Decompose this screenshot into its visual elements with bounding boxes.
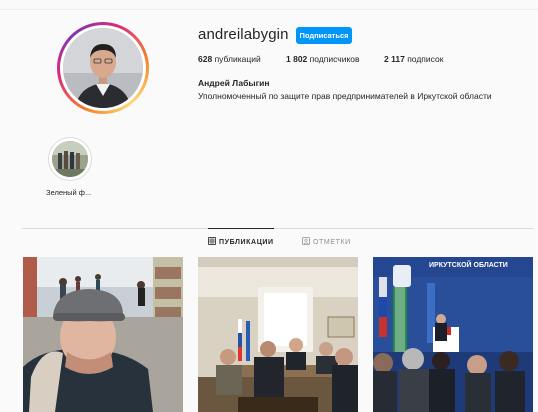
post-image-meeting bbox=[198, 257, 358, 412]
followers-label: подписчиков bbox=[309, 54, 360, 64]
banner-text: ИРКУТСКОЙ ОБЛАСТИ bbox=[429, 260, 508, 269]
following-count: 2 117 bbox=[384, 54, 405, 64]
grid-icon bbox=[208, 237, 216, 247]
tag-icon bbox=[302, 237, 310, 247]
avatar bbox=[63, 28, 143, 108]
posts-count: 628 bbox=[198, 54, 213, 64]
tab-posts-label: ПУБЛИКАЦИИ bbox=[219, 238, 274, 246]
tab-posts[interactable]: ПУБЛИКАЦИИ bbox=[208, 228, 274, 247]
highlight-label: Зеленый ф... bbox=[46, 188, 92, 197]
tab-tagged-label: ОТМЕТКИ bbox=[313, 238, 351, 246]
follow-button[interactable]: Подписаться bbox=[296, 27, 352, 44]
post-tile[interactable]: ИРКУТСКОЙ ОБЛАСТИ bbox=[373, 257, 533, 412]
followers-count: 1 802 bbox=[286, 54, 308, 64]
top-bar bbox=[0, 0, 538, 10]
post-tile[interactable] bbox=[23, 257, 183, 412]
posts-label: публикаций bbox=[214, 54, 261, 64]
post-image-conference: ИРКУТСКОЙ ОБЛАСТИ bbox=[373, 257, 533, 412]
post-tile[interactable] bbox=[198, 257, 358, 412]
tabs-divider bbox=[22, 228, 534, 229]
profile-full-name: Андрей Лабыгин bbox=[198, 78, 270, 88]
profile-username: andreilabygin bbox=[198, 26, 289, 43]
posts-stat: 628 публикаций bbox=[198, 54, 261, 64]
story-highlight[interactable] bbox=[48, 137, 92, 181]
highlight-thumbnail bbox=[52, 141, 88, 177]
following-stat[interactable]: 2 117 подписок bbox=[384, 54, 443, 64]
post-image-selfie bbox=[23, 257, 183, 412]
following-label: подписок bbox=[407, 54, 444, 64]
followers-stat[interactable]: 1 802 подписчиков bbox=[286, 54, 360, 64]
profile-avatar-ring[interactable] bbox=[57, 22, 149, 114]
tab-tagged[interactable]: ОТМЕТКИ bbox=[302, 237, 351, 247]
profile-bio: Уполномоченный по защите прав предприним… bbox=[198, 91, 492, 101]
